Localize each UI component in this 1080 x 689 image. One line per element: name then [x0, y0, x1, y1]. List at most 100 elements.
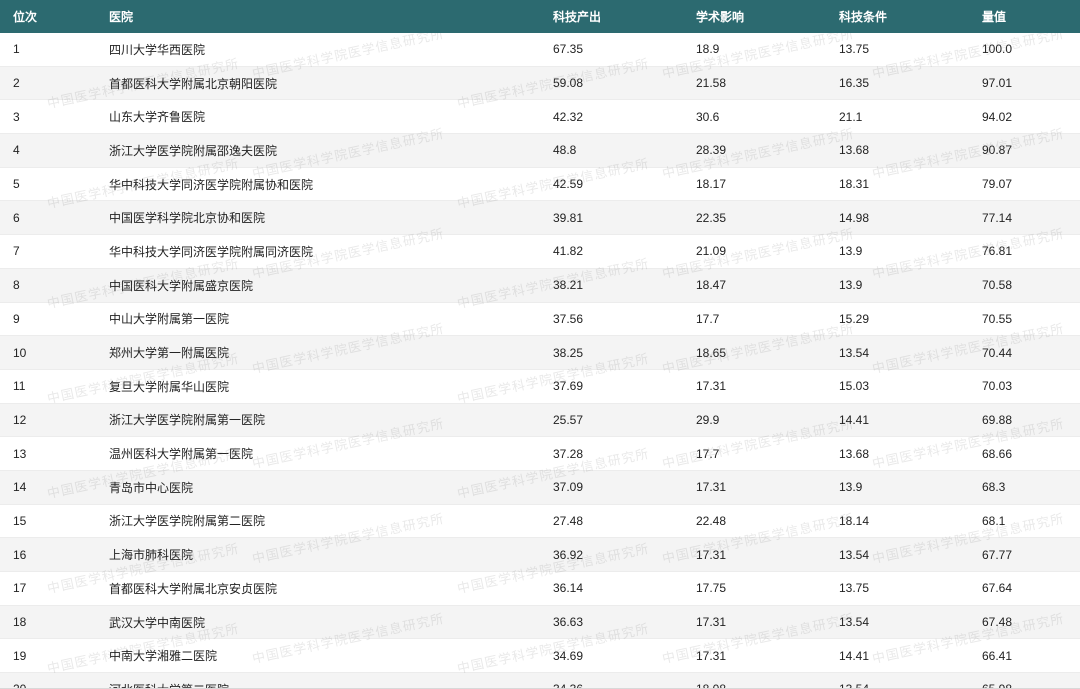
cell-sci-output: 38.25	[553, 335, 696, 370]
cell-academic-impact: 18.65	[696, 335, 839, 370]
cell-score: 68.3	[982, 470, 1080, 505]
cell-hospital: 中南大学湘雅二医院	[109, 638, 553, 674]
cell-rank: 10	[0, 335, 109, 370]
cell-hospital: 华中科技大学同济医学院附属协和医院	[109, 167, 553, 202]
cell-sci-output: 42.32	[553, 99, 696, 135]
cell-sci-output: 42.59	[553, 167, 696, 202]
cell-sci-conditions: 14.98	[839, 200, 982, 236]
cell-sci-conditions: 18.14	[839, 504, 982, 539]
cell-academic-impact: 17.31	[696, 369, 839, 404]
cell-hospital: 青岛市中心医院	[109, 470, 553, 505]
cell-hospital: 山东大学齐鲁医院	[109, 99, 553, 135]
cell-sci-conditions: 13.9	[839, 470, 982, 505]
ranking-table-container: 位次 医院 科技产出 学术影响 科技条件 量值 1 四川大学华西医院 67.35 18…	[0, 0, 1080, 689]
cell-hospital: 浙江大学医学院附属邵逸夫医院	[109, 133, 553, 168]
cell-academic-impact: 18.9	[696, 33, 839, 67]
table-row: 19 中南大学湘雅二医院 34.69 17.31 14.41 66.41	[0, 638, 1080, 674]
cell-score: 76.81	[982, 234, 1080, 269]
cell-sci-output: 39.81	[553, 200, 696, 236]
cell-sci-output: 37.09	[553, 470, 696, 505]
cell-hospital: 上海市肺科医院	[109, 537, 553, 572]
table-row: 18 武汉大学中南医院 36.63 17.31 13.54 67.48	[0, 605, 1080, 640]
header-row: 位次 医院 科技产出 学术影响 科技条件 量值	[0, 0, 1080, 33]
cell-score: 90.87	[982, 133, 1080, 168]
cell-sci-conditions: 15.29	[839, 302, 982, 337]
cell-sci-conditions: 13.68	[839, 436, 982, 471]
table-row: 12 浙江大学医学院附属第一医院 25.57 29.9 14.41 69.88	[0, 403, 1080, 438]
table-row: 7 华中科技大学同济医学院附属同济医院 41.82 21.09 13.9 76.81	[0, 234, 1080, 269]
cell-rank: 1	[0, 33, 109, 67]
cell-sci-output: 37.28	[553, 436, 696, 471]
cell-academic-impact: 22.35	[696, 200, 839, 236]
cell-hospital: 复旦大学附属华山医院	[109, 369, 553, 404]
cell-sci-conditions: 13.75	[839, 571, 982, 606]
cell-sci-conditions: 13.68	[839, 133, 982, 168]
cell-rank: 15	[0, 504, 109, 539]
header-score: 量值	[982, 10, 1007, 24]
cell-sci-conditions: 14.41	[839, 403, 982, 438]
cell-academic-impact: 17.31	[696, 638, 839, 674]
cell-sci-output: 27.48	[553, 504, 696, 539]
cell-hospital: 浙江大学医学院附属第一医院	[109, 403, 553, 438]
cell-rank: 11	[0, 369, 109, 404]
cell-hospital: 浙江大学医学院附属第二医院	[109, 504, 553, 539]
cell-sci-output: 34.69	[553, 638, 696, 674]
cell-sci-output: 48.8	[553, 133, 696, 168]
cell-score: 79.07	[982, 167, 1080, 202]
cell-rank: 9	[0, 302, 109, 337]
cell-academic-impact: 17.7	[696, 302, 839, 337]
cell-sci-conditions: 16.35	[839, 66, 982, 101]
cell-sci-output: 38.21	[553, 268, 696, 303]
cell-sci-output: 36.63	[553, 605, 696, 640]
cell-academic-impact: 21.58	[696, 66, 839, 101]
cell-rank: 4	[0, 133, 109, 168]
header-rank: 位次	[13, 10, 38, 24]
cell-hospital: 河北医科大学第二医院	[109, 672, 553, 688]
cell-rank: 5	[0, 167, 109, 202]
cell-rank: 2	[0, 66, 109, 101]
cell-sci-output: 37.56	[553, 302, 696, 337]
cell-sci-conditions: 13.75	[839, 33, 982, 67]
cell-score: 65.98	[982, 672, 1080, 688]
cell-score: 70.58	[982, 268, 1080, 303]
cell-hospital: 华中科技大学同济医学院附属同济医院	[109, 234, 553, 269]
cell-score: 67.64	[982, 571, 1080, 606]
cell-academic-impact: 30.6	[696, 99, 839, 135]
cell-sci-conditions: 13.54	[839, 335, 982, 370]
cell-sci-conditions: 18.31	[839, 167, 982, 202]
cell-score: 68.1	[982, 504, 1080, 539]
cell-academic-impact: 18.47	[696, 268, 839, 303]
table-row: 2 首都医科大学附属北京朝阳医院 59.08 21.58 16.35 97.01	[0, 66, 1080, 101]
cell-academic-impact: 18.17	[696, 167, 839, 202]
cell-score: 94.02	[982, 99, 1080, 135]
cell-hospital: 四川大学华西医院	[109, 33, 553, 67]
table-row: 1 四川大学华西医院 67.35 18.9 13.75 100.0	[0, 33, 1080, 67]
cell-rank: 14	[0, 470, 109, 505]
cell-score: 70.55	[982, 302, 1080, 337]
header-academic-impact: 学术影响	[696, 10, 745, 24]
cell-hospital: 中山大学附属第一医院	[109, 302, 553, 337]
cell-rank: 17	[0, 571, 109, 606]
table-row: 8 中国医科大学附属盛京医院 38.21 18.47 13.9 70.58	[0, 268, 1080, 303]
cell-hospital: 中国医科大学附属盛京医院	[109, 268, 553, 303]
cell-hospital: 郑州大学第一附属医院	[109, 335, 553, 370]
table-row: 14 青岛市中心医院 37.09 17.31 13.9 68.3	[0, 470, 1080, 505]
cell-sci-conditions: 15.03	[839, 369, 982, 404]
cell-sci-output: 37.69	[553, 369, 696, 404]
cell-sci-conditions: 13.9	[839, 268, 982, 303]
cell-sci-output: 59.08	[553, 66, 696, 101]
cell-score: 68.66	[982, 436, 1080, 471]
cell-academic-impact: 18.08	[696, 672, 839, 688]
cell-academic-impact: 17.31	[696, 470, 839, 505]
cell-score: 70.44	[982, 335, 1080, 370]
table-row: 11 复旦大学附属华山医院 37.69 17.31 15.03 70.03	[0, 369, 1080, 404]
cell-sci-conditions: 14.41	[839, 638, 982, 674]
table-row: 4 浙江大学医学院附属邵逸夫医院 48.8 28.39 13.68 90.87	[0, 133, 1080, 168]
cell-academic-impact: 28.39	[696, 133, 839, 168]
cell-rank: 6	[0, 200, 109, 236]
cell-sci-conditions: 13.9	[839, 234, 982, 269]
cell-rank: 19	[0, 638, 109, 674]
cell-score: 69.88	[982, 403, 1080, 438]
cell-sci-output: 67.35	[553, 33, 696, 67]
cell-hospital: 中国医学科学院北京协和医院	[109, 200, 553, 236]
